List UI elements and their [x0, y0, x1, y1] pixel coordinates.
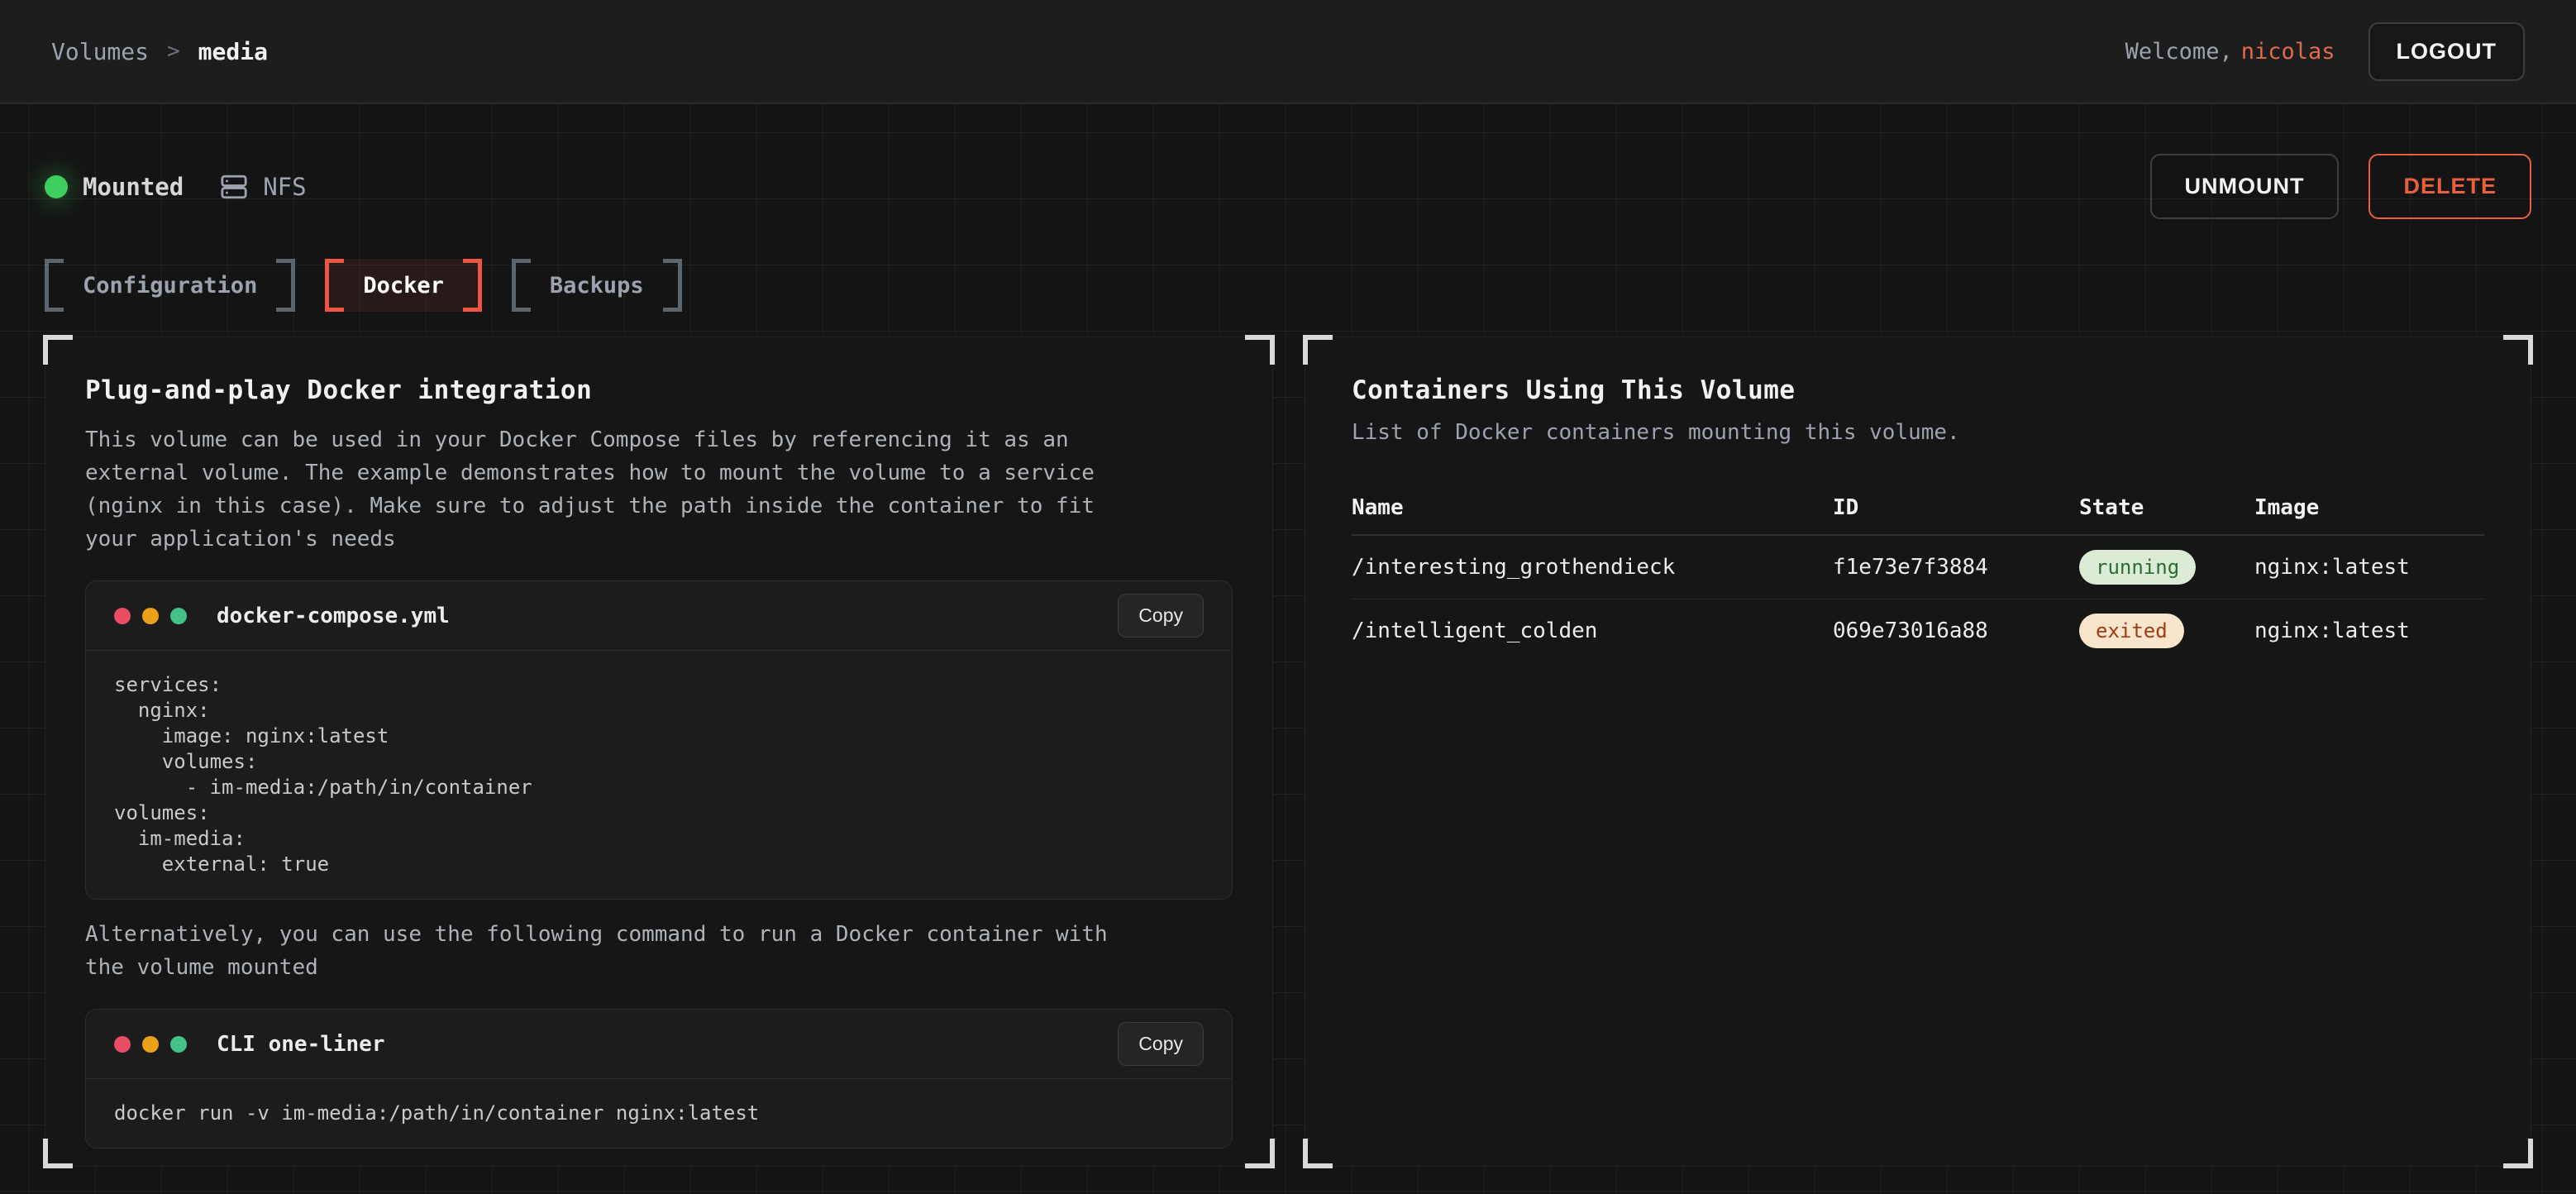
filesystem-type: NFS: [220, 173, 306, 201]
logout-button[interactable]: LOGOUT: [2368, 22, 2526, 81]
containers-panel: Containers Using This Volume List of Doc…: [1305, 337, 2531, 1167]
docker-panel-title: Plug-and-play Docker integration: [85, 375, 1233, 405]
panel-corner: [1303, 1139, 1333, 1168]
delete-button[interactable]: DELETE: [2368, 154, 2531, 219]
tab-docker[interactable]: Docker: [325, 259, 482, 312]
col-header-state: State: [2079, 495, 2254, 520]
volume-status: Mounted NFS: [45, 173, 307, 201]
panel-corner: [2503, 335, 2533, 365]
compose-code-block: docker-compose.yml Copy services: nginx:…: [85, 580, 1233, 900]
state-badge: running: [2079, 550, 2196, 585]
mounted-status-dot-icon: [45, 175, 68, 198]
username: nicolas: [2241, 39, 2335, 64]
docker-panel-description: This volume can be used in your Docker C…: [85, 423, 1233, 556]
container-image: nginx:latest: [2254, 555, 2484, 580]
container-name: /interesting_grothendieck: [1352, 555, 1833, 580]
container-id: 069e73016a88: [1833, 618, 2079, 643]
col-header-name: Name: [1352, 495, 1833, 520]
main-content: Mounted NFS UNMOUNT DELETE Configuration…: [0, 104, 2576, 1194]
breadcrumb: Volumes > media: [51, 38, 268, 65]
window-dot-green-icon: [170, 1036, 187, 1053]
breadcrumb-current-volume: media: [198, 38, 268, 65]
compose-code-header: docker-compose.yml Copy: [86, 581, 1232, 651]
mounted-label: Mounted: [83, 173, 184, 201]
tab-backups[interactable]: Backups: [512, 259, 682, 312]
server-icon: [220, 173, 248, 201]
containers-panel-title: Containers Using This Volume: [1352, 375, 2484, 405]
volume-actions: UNMOUNT DELETE: [2150, 154, 2532, 219]
cli-code-header: CLI one-liner Copy: [86, 1010, 1232, 1079]
containers-table-header: Name ID State Image: [1352, 481, 2484, 536]
cli-code-block: CLI one-liner Copy docker run -v im-medi…: [85, 1009, 1233, 1149]
tabs: Configuration Docker Backups: [45, 259, 2531, 312]
window-dot-red-icon: [114, 1036, 131, 1053]
panel-corner: [1245, 335, 1275, 365]
cli-code: docker run -v im-media:/path/in/containe…: [86, 1079, 1232, 1148]
compose-code: services: nginx: image: nginx:latest vol…: [86, 651, 1232, 899]
state-badge: exited: [2079, 614, 2184, 648]
cli-alternative-text: Alternatively, you can use the following…: [85, 918, 1233, 984]
panel-corner: [43, 335, 73, 365]
window-dot-yellow-icon: [142, 1036, 159, 1053]
containers-table: Name ID State Image /interesting_grothen…: [1352, 481, 2484, 661]
copy-compose-button[interactable]: Copy: [1118, 594, 1204, 638]
panel-corner: [1245, 1139, 1275, 1168]
docker-integration-panel: Plug-and-play Docker integration This vo…: [45, 337, 1273, 1167]
col-header-id: ID: [1833, 495, 2079, 520]
container-image: nginx:latest: [2254, 618, 2484, 643]
window-dot-red-icon: [114, 608, 131, 624]
container-id: f1e73e7f3884: [1833, 555, 2079, 580]
table-row: /intelligent_colden 069e73016a88 exited …: [1352, 599, 2484, 661]
mounted-status: Mounted: [45, 173, 184, 201]
col-header-image: Image: [2254, 495, 2484, 520]
status-row: Mounted NFS UNMOUNT DELETE: [45, 104, 2531, 219]
welcome-prefix: Welcome,: [2125, 39, 2233, 64]
panel-corner: [1303, 335, 1333, 365]
panels: Plug-and-play Docker integration This vo…: [45, 337, 2531, 1167]
window-dot-yellow-icon: [142, 608, 159, 624]
tab-configuration[interactable]: Configuration: [45, 259, 295, 312]
topbar-right: Welcome, nicolas LOGOUT: [2125, 22, 2525, 81]
window-dots: [114, 1036, 187, 1053]
breadcrumb-volumes-link[interactable]: Volumes: [51, 38, 149, 65]
cli-title: CLI one-liner: [217, 1032, 385, 1057]
chevron-right-icon: >: [167, 39, 180, 64]
container-name: /intelligent_colden: [1352, 618, 1833, 643]
fs-type-label: NFS: [263, 173, 306, 201]
compose-filename: docker-compose.yml: [217, 604, 450, 628]
containers-panel-subtitle: List of Docker containers mounting this …: [1352, 420, 2484, 445]
panel-corner: [2503, 1139, 2533, 1168]
window-dot-green-icon: [170, 608, 187, 624]
top-bar: Volumes > media Welcome, nicolas LOGOUT: [0, 0, 2576, 104]
copy-cli-button[interactable]: Copy: [1118, 1022, 1204, 1066]
welcome-text: Welcome, nicolas: [2125, 39, 2335, 64]
unmount-button[interactable]: UNMOUNT: [2150, 154, 2340, 219]
window-dots: [114, 608, 187, 624]
table-row: /interesting_grothendieck f1e73e7f3884 r…: [1352, 536, 2484, 599]
panel-corner: [43, 1139, 73, 1168]
